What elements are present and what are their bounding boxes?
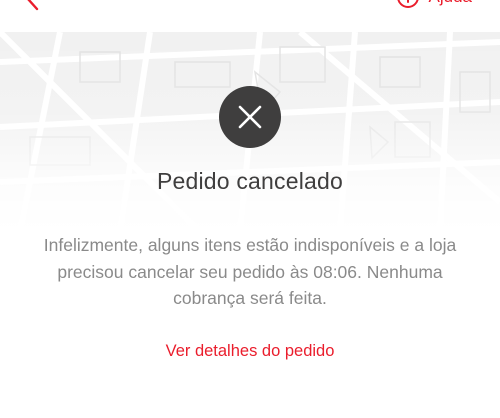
close-icon <box>238 105 262 129</box>
cancelled-status-badge <box>219 86 281 148</box>
cancellation-message: Infelizmente, alguns itens estão indispo… <box>43 235 457 308</box>
order-status-screen: Ajuda Pedido cancelado Infelizmente, alg… <box>0 0 500 418</box>
view-order-details-link[interactable]: Ver detalhes do pedido <box>0 342 500 361</box>
order-cancelled-panel: Pedido cancelado Infelizmente, alguns it… <box>0 0 500 418</box>
page-title: Pedido cancelado <box>156 168 344 194</box>
